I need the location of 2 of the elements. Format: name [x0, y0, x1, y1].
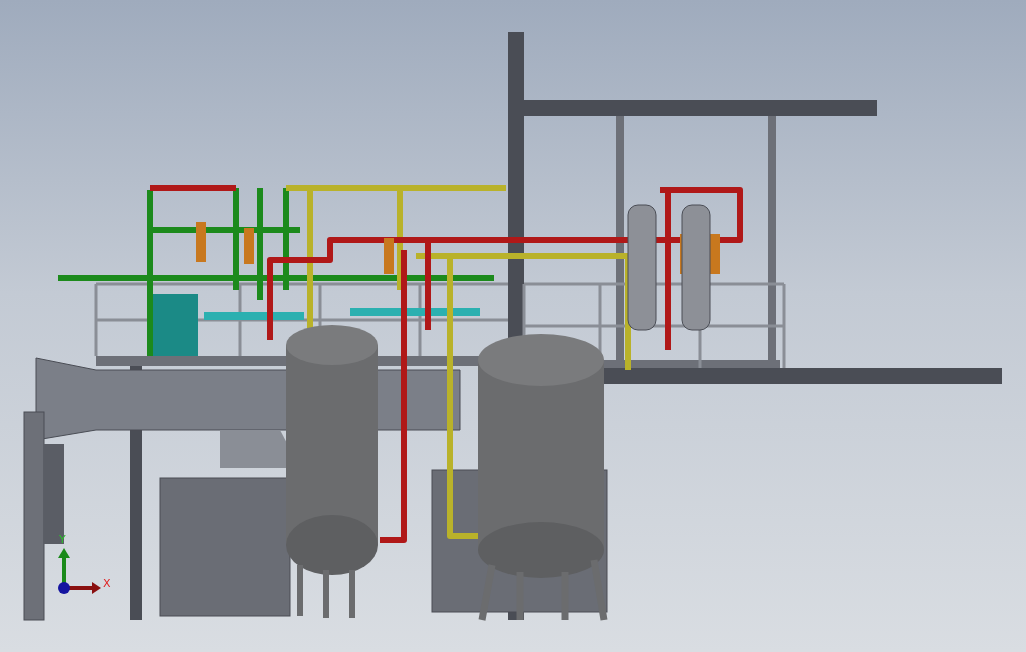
x-axis-label: X [103, 577, 111, 590]
axis-triad-icon [58, 548, 101, 594]
